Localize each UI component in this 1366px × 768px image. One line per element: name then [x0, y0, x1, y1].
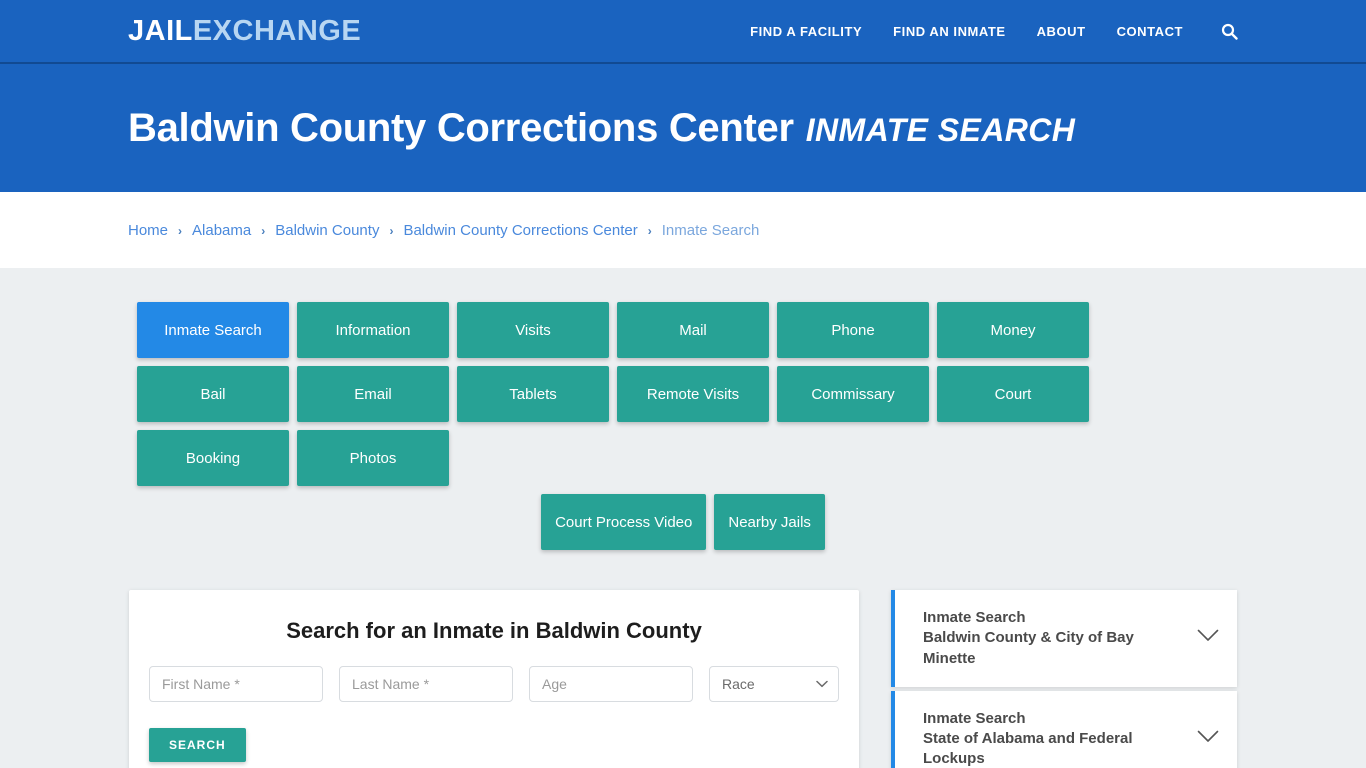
- breadcrumb: Home › Alabama › Baldwin County › Baldwi…: [128, 222, 759, 239]
- nav-item-find-an-inmate[interactable]: FIND AN INMATE: [893, 24, 1005, 39]
- tab-photos[interactable]: Photos: [297, 430, 449, 486]
- hero-section-name: INMATE SEARCH: [805, 112, 1076, 148]
- content-columns: Search for an Inmate in Baldwin County R…: [129, 590, 1237, 768]
- sidebar-column: Inmate Search Baldwin County & City of B…: [891, 590, 1237, 768]
- tab-commissary[interactable]: Commissary: [777, 366, 929, 422]
- breadcrumb-item-facility[interactable]: Baldwin County Corrections Center: [403, 222, 637, 239]
- tab-remote-visits[interactable]: Remote Visits: [617, 366, 769, 422]
- search-fields-row: Race: [149, 666, 839, 702]
- accordion-panel-county[interactable]: Inmate Search Baldwin County & City of B…: [891, 590, 1237, 687]
- site-logo[interactable]: JAILEXCHANGE: [128, 14, 362, 47]
- breadcrumb-separator-icon: ›: [647, 224, 652, 238]
- breadcrumb-separator-icon: ›: [389, 224, 394, 238]
- page-body: Inmate Search Information Visits Mail Ph…: [0, 268, 1366, 768]
- facility-tab-grid-row-3: Court Process Video Nearby Jails: [137, 494, 1229, 550]
- age-input[interactable]: [529, 666, 693, 702]
- tab-money[interactable]: Money: [937, 302, 1089, 358]
- breadcrumb-item-alabama[interactable]: Alabama: [192, 222, 251, 239]
- inmate-search-card: Search for an Inmate in Baldwin County R…: [129, 590, 859, 768]
- tab-email[interactable]: Email: [297, 366, 449, 422]
- race-select-wrapper: Race: [709, 666, 839, 702]
- accordion-panel-subheading: State of Alabama and Federal Lockups: [923, 730, 1133, 768]
- tab-inmate-search[interactable]: Inmate Search: [137, 302, 289, 358]
- nav-item-about[interactable]: ABOUT: [1037, 24, 1086, 39]
- page-title: Baldwin County Corrections Center INMATE …: [128, 108, 1075, 148]
- nav-item-contact[interactable]: CONTACT: [1117, 24, 1183, 39]
- chevron-down-icon[interactable]: [1197, 730, 1219, 748]
- tab-phone[interactable]: Phone: [777, 302, 929, 358]
- breadcrumb-item-home[interactable]: Home: [128, 222, 168, 239]
- search-card-title: Search for an Inmate in Baldwin County: [286, 618, 702, 643]
- tab-court-process-video[interactable]: Court Process Video: [541, 494, 707, 550]
- race-select[interactable]: Race: [709, 666, 839, 702]
- search-icon[interactable]: [1220, 22, 1238, 40]
- search-button[interactable]: SEARCH: [149, 728, 246, 762]
- first-name-input[interactable]: [149, 666, 323, 702]
- breadcrumb-separator-icon: ›: [178, 224, 183, 238]
- breadcrumb-item-baldwin-county[interactable]: Baldwin County: [275, 222, 379, 239]
- breadcrumb-separator-icon: ›: [261, 224, 266, 238]
- main-menu: FIND A FACILITY FIND AN INMATE ABOUT CON…: [750, 22, 1238, 40]
- hero-facility-name: Baldwin County Corrections Center: [128, 106, 794, 150]
- tab-tablets[interactable]: Tablets: [457, 366, 609, 422]
- breadcrumb-item-current: Inmate Search: [661, 221, 760, 239]
- facility-tab-grid: Inmate Search Information Visits Mail Ph…: [137, 302, 1229, 486]
- accordion-panel-subheading: Baldwin County & City of Bay Minette: [923, 629, 1134, 667]
- accordion-panel-heading: Inmate Search: [923, 709, 1026, 727]
- tab-information[interactable]: Information: [297, 302, 449, 358]
- accordion-panel-heading: Inmate Search: [923, 609, 1026, 626]
- tab-court[interactable]: Court: [937, 366, 1089, 422]
- main-column: Search for an Inmate in Baldwin County R…: [129, 590, 859, 768]
- accordion-panel-text: Inmate Search State of Alabama and Feder…: [923, 709, 1187, 768]
- tab-visits[interactable]: Visits: [457, 302, 609, 358]
- accordion-panel-text: Inmate Search Baldwin County & City of B…: [923, 608, 1187, 669]
- tab-nearby-jails[interactable]: Nearby Jails: [714, 494, 825, 550]
- inmate-search-accordion: Inmate Search Baldwin County & City of B…: [891, 590, 1237, 768]
- last-name-input[interactable]: [339, 666, 513, 702]
- nav-item-find-a-facility[interactable]: FIND A FACILITY: [750, 24, 862, 39]
- tab-booking[interactable]: Booking: [137, 430, 289, 486]
- logo-primary-text: JAIL: [128, 14, 193, 47]
- accordion-panel-state[interactable]: Inmate Search State of Alabama and Feder…: [891, 690, 1237, 768]
- page-hero: Baldwin County Corrections Center INMATE …: [0, 64, 1366, 192]
- breadcrumb-bar: Home › Alabama › Baldwin County › Baldwi…: [0, 192, 1366, 268]
- top-navigation-bar: JAILEXCHANGE FIND A FACILITY FIND AN INM…: [0, 0, 1366, 64]
- chevron-down-icon[interactable]: [1197, 629, 1219, 647]
- tab-mail[interactable]: Mail: [617, 302, 769, 358]
- tab-bail[interactable]: Bail: [137, 366, 289, 422]
- logo-secondary-text: EXCHANGE: [192, 14, 362, 47]
